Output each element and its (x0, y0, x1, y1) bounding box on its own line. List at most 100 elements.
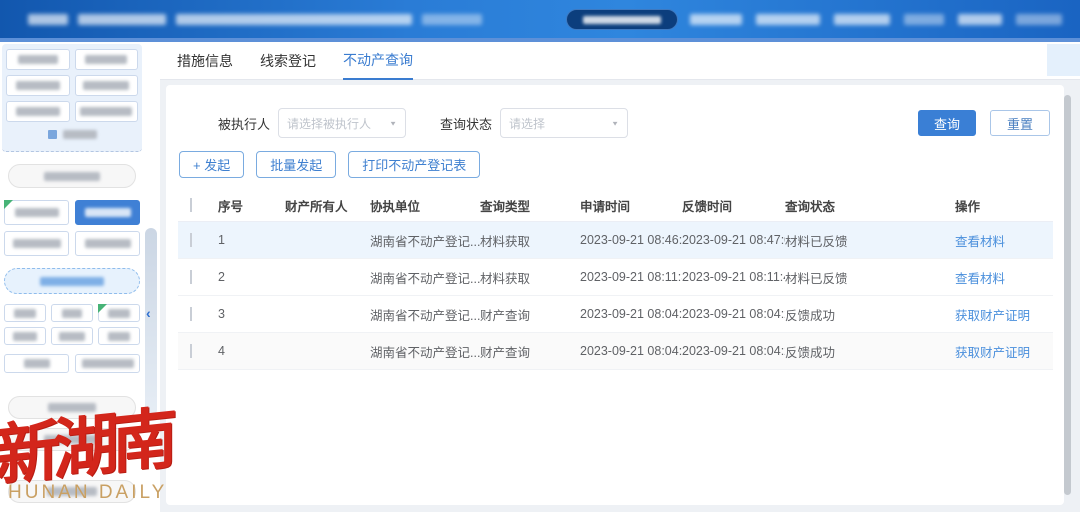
sidebar-collapse-handle[interactable]: ‹ (145, 228, 157, 416)
sidebar-button[interactable] (4, 354, 69, 373)
left-sidebar: ‹ (0, 42, 160, 512)
col-status: 查询状态 (785, 196, 955, 215)
view-material-link[interactable]: 查看材料 (955, 272, 1005, 286)
redacted-text (80, 107, 132, 116)
sidebar-dashed-pill[interactable] (4, 268, 140, 294)
sidebar-button-active[interactable] (75, 200, 140, 225)
redacted-text (13, 332, 37, 341)
executee-label: 被执行人 (218, 114, 270, 133)
sidebar-grid-2x2 (4, 200, 140, 256)
redacted-text (14, 309, 36, 318)
redacted-menu-item[interactable] (834, 14, 890, 25)
col-owner: 财产所有人 (285, 196, 370, 215)
redacted-text (422, 14, 482, 25)
redacted-text (83, 81, 129, 90)
redacted-menu-item[interactable] (1016, 14, 1062, 25)
redacted-text (16, 81, 60, 90)
cell-feedback-time: 2023-09-21 08:04:21 (682, 307, 785, 321)
table-row: 1 湖南省不动产登记... 材料获取 2023-09-21 08:46:58 2… (178, 222, 1053, 259)
sidebar-button[interactable] (51, 304, 93, 322)
select-all-checkbox[interactable] (190, 198, 192, 212)
cell-status: 反馈成功 (785, 305, 955, 324)
redacted-text (15, 208, 59, 217)
redacted-text (40, 277, 104, 286)
cell-type: 财产查询 (480, 342, 580, 361)
redacted-text (85, 239, 131, 248)
row-checkbox[interactable] (190, 344, 192, 358)
header-menu-redacted[interactable] (690, 14, 1062, 25)
sidebar-button[interactable] (75, 101, 139, 122)
sidebar-button[interactable] (51, 327, 93, 345)
batch-initiate-button[interactable]: 批量发起 (256, 151, 336, 178)
redacted-text (78, 14, 166, 25)
chevron-down-icon: ▼ (389, 119, 397, 126)
table-row: 3 湖南省不动产登记... 财产查询 2023-09-21 08:04:12 2… (178, 296, 1053, 333)
view-material-link[interactable]: 查看材料 (955, 235, 1005, 249)
sidebar-button[interactable] (75, 231, 140, 256)
redacted-text (24, 359, 50, 368)
cell-unit: 湖南省不动产登记... (370, 268, 480, 287)
redacted-text (176, 14, 412, 25)
executee-select[interactable]: 请选择被执行人 ▼ (278, 108, 406, 138)
header-pill-button[interactable] (566, 9, 678, 30)
sidebar-button[interactable] (6, 101, 70, 122)
print-registration-button[interactable]: 打印不动产登记表 (348, 151, 480, 178)
filter-row: 被执行人 请选择被执行人 ▼ 查询状态 请选择 ▼ 查询 重置 (166, 108, 1064, 138)
sidebar-button[interactable] (6, 75, 70, 96)
sidebar-button[interactable] (75, 354, 140, 373)
sidebar-pill-button[interactable] (8, 396, 136, 419)
sidebar-button[interactable] (4, 200, 69, 225)
sidebar-button[interactable] (75, 49, 139, 70)
col-apply-time: 申请时间 (580, 196, 682, 215)
row-checkbox[interactable] (190, 307, 192, 321)
chevron-down-icon: ▼ (611, 119, 619, 126)
sidebar-row-buttons (4, 354, 140, 373)
redacted-text (82, 359, 134, 368)
redacted-text (16, 107, 60, 116)
cell-apply-time: 2023-09-21 08:46:58 (580, 233, 682, 247)
sidebar-button[interactable] (4, 327, 46, 345)
sidebar-button[interactable] (4, 304, 46, 322)
status-select[interactable]: 请选择 ▼ (500, 108, 628, 138)
cell-apply-time: 2023-09-21 08:04:12 (580, 344, 682, 358)
col-seq: 序号 (218, 196, 285, 215)
query-button[interactable]: 查询 (918, 110, 976, 136)
sidebar-panel-top (2, 44, 142, 152)
cell-type: 材料获取 (480, 231, 580, 250)
redacted-menu-item[interactable] (690, 14, 742, 25)
table-row: 2 湖南省不动产登记... 材料获取 2023-09-21 08:11:38 2… (178, 259, 1053, 296)
sidebar-pill-button[interactable] (8, 480, 136, 503)
tab-real-estate-query[interactable]: 不动产查询 (343, 41, 413, 80)
cell-apply-time: 2023-09-21 08:04:12 (580, 307, 682, 321)
get-property-cert-link[interactable]: 获取财产证明 (955, 346, 1030, 360)
status-label: 查询状态 (440, 114, 492, 133)
get-property-cert-link[interactable]: 获取财产证明 (955, 309, 1030, 323)
redacted-menu-item[interactable] (958, 14, 1002, 25)
app-header (0, 0, 1080, 38)
sidebar-button[interactable] (6, 49, 70, 70)
cell-seq: 3 (218, 307, 285, 321)
initiate-button[interactable]: + 发起 (179, 151, 244, 178)
redacted-menu-item[interactable] (756, 14, 820, 25)
sidebar-button[interactable] (4, 231, 69, 256)
redacted-menu-item[interactable] (904, 14, 944, 25)
sidebar-mini-checkbox[interactable] (48, 130, 57, 139)
row-checkbox[interactable] (190, 233, 192, 247)
sidebar-button[interactable] (75, 75, 139, 96)
row-checkbox[interactable] (190, 270, 192, 284)
redacted-text (44, 435, 100, 444)
vertical-scrollbar[interactable] (1064, 95, 1071, 495)
tab-clue-register[interactable]: 线索登记 (260, 42, 316, 79)
cell-seq: 4 (218, 344, 285, 358)
cell-unit: 湖南省不动产登记... (370, 305, 480, 324)
reset-button[interactable]: 重置 (990, 110, 1050, 136)
sidebar-button[interactable] (98, 327, 140, 345)
sidebar-button[interactable] (98, 304, 140, 322)
sidebar-pill-button[interactable] (8, 164, 136, 188)
cell-status: 材料已反馈 (785, 268, 955, 287)
cell-unit: 湖南省不动产登记... (370, 231, 480, 250)
tab-measure-info[interactable]: 措施信息 (177, 42, 233, 79)
redacted-text (63, 130, 97, 139)
sidebar-pill-button[interactable] (8, 428, 136, 451)
cell-status: 材料已反馈 (785, 231, 955, 250)
